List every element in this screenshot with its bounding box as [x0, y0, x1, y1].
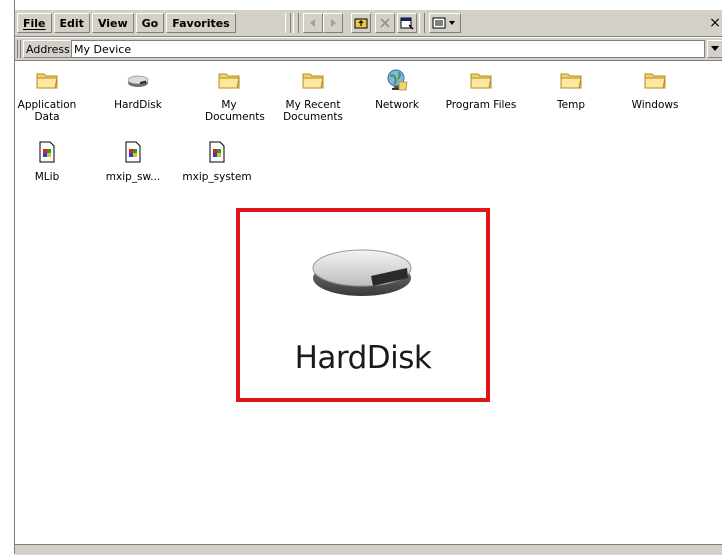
folder-icon — [560, 73, 582, 89]
file-item-windows[interactable]: Windows — [617, 68, 693, 111]
menu-file[interactable]: File — [17, 13, 52, 33]
properties-button[interactable] — [397, 13, 417, 33]
folder-icon — [36, 73, 58, 89]
file-item-my-documents[interactable]: My Documents — [191, 68, 267, 123]
toolbar-grip[interactable] — [293, 13, 299, 33]
toolbar-grip[interactable] — [285, 13, 291, 33]
chevron-down-icon — [711, 46, 719, 51]
address-dropdown-button[interactable] — [707, 40, 722, 58]
folder-icon — [302, 73, 324, 89]
file-item-mxip-system[interactable]: mxip_system — [179, 140, 255, 183]
callout-label: HardDisk — [294, 340, 432, 376]
delete-icon — [380, 18, 390, 28]
file-label: Windows — [631, 99, 679, 111]
back-icon — [310, 19, 315, 27]
zoom-callout: HardDisk — [236, 208, 490, 402]
executable-icon — [125, 141, 141, 163]
forward-button[interactable] — [323, 13, 343, 33]
network-icon — [387, 69, 408, 91]
command-bar: File Edit View Go Favorites × — [15, 10, 722, 37]
file-item-mxip-sw[interactable]: mxip_sw... — [95, 140, 171, 183]
delete-button[interactable] — [375, 13, 395, 33]
file-label: mxip_sw... — [105, 171, 161, 183]
file-label: HardDisk — [114, 99, 162, 111]
views-button[interactable] — [429, 13, 461, 33]
harddisk-icon — [127, 75, 149, 87]
address-input[interactable] — [71, 40, 705, 58]
address-label: Address — [23, 40, 73, 58]
file-label: Application Data — [17, 99, 77, 123]
menu-go[interactable]: Go — [135, 13, 165, 33]
folder-icon — [218, 73, 240, 89]
file-item-application-data[interactable]: Application Data — [9, 68, 85, 123]
file-item-mlib[interactable]: MLib — [9, 140, 85, 183]
file-label: My Documents — [205, 99, 265, 123]
harddisk-icon — [312, 249, 412, 296]
executable-icon — [209, 141, 225, 163]
back-button[interactable] — [303, 13, 323, 33]
folder-icon — [470, 73, 492, 89]
up-folder-button[interactable] — [351, 13, 371, 33]
file-label: MLib — [34, 171, 60, 183]
forward-icon — [331, 19, 336, 27]
address-bar: Address — [15, 38, 722, 61]
file-item-program-files[interactable]: Program Files — [443, 68, 519, 111]
address-bar-grip[interactable] — [17, 40, 21, 58]
menu-view[interactable]: View — [91, 13, 134, 33]
up-folder-icon — [354, 18, 368, 29]
folder-icon — [644, 73, 666, 89]
file-item-network[interactable]: Network — [359, 68, 435, 111]
file-label: Network — [375, 99, 419, 111]
views-icon — [432, 17, 455, 29]
file-item-temp[interactable]: Temp — [533, 68, 609, 111]
file-item-my-recent-documents[interactable]: My Recent Documents — [275, 68, 351, 123]
file-label: My Recent Documents — [283, 99, 343, 123]
close-button[interactable]: × — [707, 13, 722, 33]
menu-bar: File Edit View Go Favorites — [15, 10, 236, 36]
file-label: Program Files — [445, 99, 517, 111]
status-bar — [15, 544, 722, 555]
properties-icon — [400, 17, 414, 30]
file-label: mxip_system — [182, 171, 252, 183]
toolbar-grip[interactable] — [419, 13, 425, 33]
menu-edit[interactable]: Edit — [53, 13, 90, 33]
executable-icon — [39, 141, 55, 163]
menu-favorites[interactable]: Favorites — [166, 13, 236, 33]
file-label: Temp — [557, 99, 585, 111]
file-item-harddisk[interactable]: HardDisk — [100, 68, 176, 111]
